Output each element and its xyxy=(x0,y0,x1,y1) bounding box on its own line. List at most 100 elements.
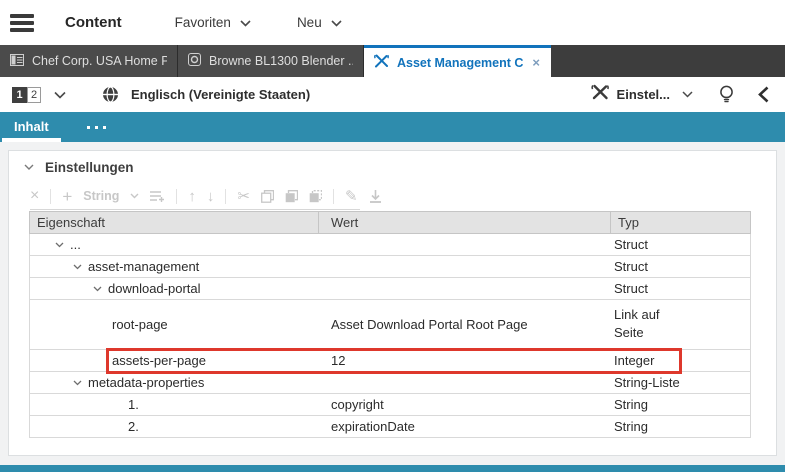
expand-chevron-icon[interactable] xyxy=(73,380,88,386)
document-tab-bar: Chef Corp. USA Home Pa... Browne BL1300 … xyxy=(0,45,785,77)
column-header-wert[interactable]: Wert xyxy=(319,212,611,233)
property-type: Struct xyxy=(611,259,750,274)
app-title: Content xyxy=(65,14,122,31)
property-type: String xyxy=(611,397,750,412)
property-value: copyright xyxy=(319,397,611,412)
view-tab-label: Inhalt xyxy=(14,119,49,134)
table-row[interactable]: assets-per-page12Integer xyxy=(30,350,750,372)
paste-special-icon[interactable] xyxy=(309,190,322,203)
table-row[interactable]: download-portal Struct xyxy=(30,278,750,300)
bottom-status-bar xyxy=(0,465,785,472)
collapse-panel-chevron-left-icon[interactable] xyxy=(758,86,769,103)
tab-browne-blender[interactable]: Browne BL1300 Blender ... xyxy=(178,45,364,77)
expand-chevron-icon[interactable] xyxy=(93,286,108,292)
tab-asset-management-config[interactable]: Asset Management Conf... × xyxy=(364,45,551,77)
property-name: 2. xyxy=(128,419,139,434)
view-tab-bar: Inhalt xyxy=(0,112,785,142)
tab-label: Asset Management Conf... xyxy=(397,56,523,70)
close-tab-icon[interactable]: × xyxy=(531,56,541,69)
locale-globe-icon[interactable] xyxy=(102,86,119,103)
top-nav: Content Favoriten Neu xyxy=(0,0,785,45)
locale-label: Englisch (Vereinigte Staaten) xyxy=(131,87,310,102)
column-header-eigenschaft[interactable]: Eigenschaft xyxy=(30,212,319,233)
version-badge[interactable]: 1 2 xyxy=(12,87,41,103)
paste-icon[interactable] xyxy=(285,190,298,203)
expand-chevron-icon[interactable] xyxy=(73,264,88,270)
import-icon[interactable] xyxy=(369,190,382,203)
struct-editor-toolbar: × + String ↑ ↓ ✂ ✎ xyxy=(9,183,776,209)
move-up-icon[interactable]: ↑ xyxy=(188,189,196,204)
expand-chevron-icon[interactable] xyxy=(55,242,70,248)
collapse-chevron-icon[interactable] xyxy=(24,158,34,176)
property-name: assets-per-page xyxy=(112,353,206,368)
settings-panel: Einstellungen × + String ↑ ↓ ✂ ✎ xyxy=(8,150,777,456)
settings-panel-header[interactable]: Einstellungen xyxy=(9,151,776,183)
new-menu[interactable]: Neu xyxy=(297,15,342,30)
tab-inhalt[interactable]: Inhalt xyxy=(0,112,63,142)
favorites-label: Favoriten xyxy=(175,15,231,30)
property-value: 12 xyxy=(319,353,611,368)
more-tabs-icon[interactable] xyxy=(85,122,108,133)
property-value: expirationDate xyxy=(319,419,611,434)
property-name: metadata-properties xyxy=(88,375,204,390)
chevron-down-icon xyxy=(240,15,251,30)
table-row[interactable]: 2. expirationDateString xyxy=(30,416,750,438)
edit-pencil-icon[interactable]: ✎ xyxy=(345,189,358,204)
column-header-typ[interactable]: Typ xyxy=(611,212,750,233)
property-name: asset-management xyxy=(88,259,199,274)
tab-label: Browne BL1300 Blender ... xyxy=(209,54,353,68)
lightbulb-icon[interactable] xyxy=(719,85,734,104)
toolbar-separator xyxy=(225,189,226,204)
hamburger-menu-icon[interactable] xyxy=(10,14,34,32)
settings-table-header: Eigenschaft Wert Typ xyxy=(29,211,751,234)
property-type: Struct xyxy=(611,281,750,296)
table-row[interactable]: root-page Asset Download Portal Root Page… xyxy=(30,300,750,350)
table-row[interactable]: 1. copyrightString xyxy=(30,394,750,416)
toolbar-separator xyxy=(50,189,51,204)
settings-table: Eigenschaft Wert Typ ...Structasset-mana… xyxy=(29,211,751,438)
settings-table-body: ...Structasset-managementStructdownload-… xyxy=(29,234,751,438)
document-toolbar-right: Einstel... xyxy=(591,84,773,105)
property-type: String xyxy=(611,419,750,434)
toolbar-divider xyxy=(30,209,360,210)
toolbar-separator xyxy=(176,189,177,204)
property-name: download-portal xyxy=(108,281,201,296)
panel-title: Einstellungen xyxy=(45,160,134,175)
tools-icon xyxy=(374,54,389,71)
type-selector-label[interactable]: String xyxy=(83,190,119,203)
tools-icon xyxy=(591,84,609,105)
toolbar-separator xyxy=(333,189,334,204)
version-dropdown-chevron-icon[interactable] xyxy=(54,91,66,99)
settings-menu-label[interactable]: Einstel... xyxy=(617,87,670,102)
add-list-item-icon[interactable] xyxy=(150,190,165,202)
table-row[interactable]: asset-management Struct xyxy=(30,256,750,278)
favorites-menu[interactable]: Favoriten xyxy=(175,15,251,30)
table-row[interactable]: ... Struct xyxy=(30,234,750,256)
chevron-down-icon xyxy=(331,15,342,30)
property-type: String-Liste xyxy=(611,375,750,390)
property-name: ... xyxy=(70,237,81,252)
page-icon xyxy=(10,54,24,69)
copy-icon[interactable] xyxy=(261,190,274,203)
settings-dropdown-chevron-icon[interactable] xyxy=(682,91,693,98)
document-toolbar: 1 2 Englisch (Vereinigte Staaten) Einste… xyxy=(0,77,785,112)
tab-label: Chef Corp. USA Home Pa... xyxy=(32,54,167,68)
property-type: Struct xyxy=(611,237,750,252)
media-icon xyxy=(188,53,201,69)
delete-row-icon[interactable]: × xyxy=(30,188,39,204)
app-window: Content Favoriten Neu Chef Corp. USA Hom… xyxy=(0,0,785,472)
type-selector-chevron-icon[interactable] xyxy=(130,193,139,199)
property-type: Link aufSeite xyxy=(611,300,750,349)
add-row-icon[interactable]: + xyxy=(62,188,72,205)
cut-icon[interactable]: ✂ xyxy=(237,189,250,204)
tab-chef-corp-home[interactable]: Chef Corp. USA Home Pa... xyxy=(0,45,178,77)
version-primary: 1 xyxy=(12,87,27,103)
property-name: root-page xyxy=(112,317,168,332)
property-name: 1. xyxy=(128,397,139,412)
table-row[interactable]: metadata-properties String-Liste xyxy=(30,372,750,394)
property-value: Asset Download Portal Root Page xyxy=(319,317,611,332)
new-label: Neu xyxy=(297,15,322,30)
content-area: Einstellungen × + String ↑ ↓ ✂ ✎ xyxy=(0,142,785,465)
move-down-icon[interactable]: ↓ xyxy=(207,189,215,204)
version-secondary: 2 xyxy=(27,87,41,103)
